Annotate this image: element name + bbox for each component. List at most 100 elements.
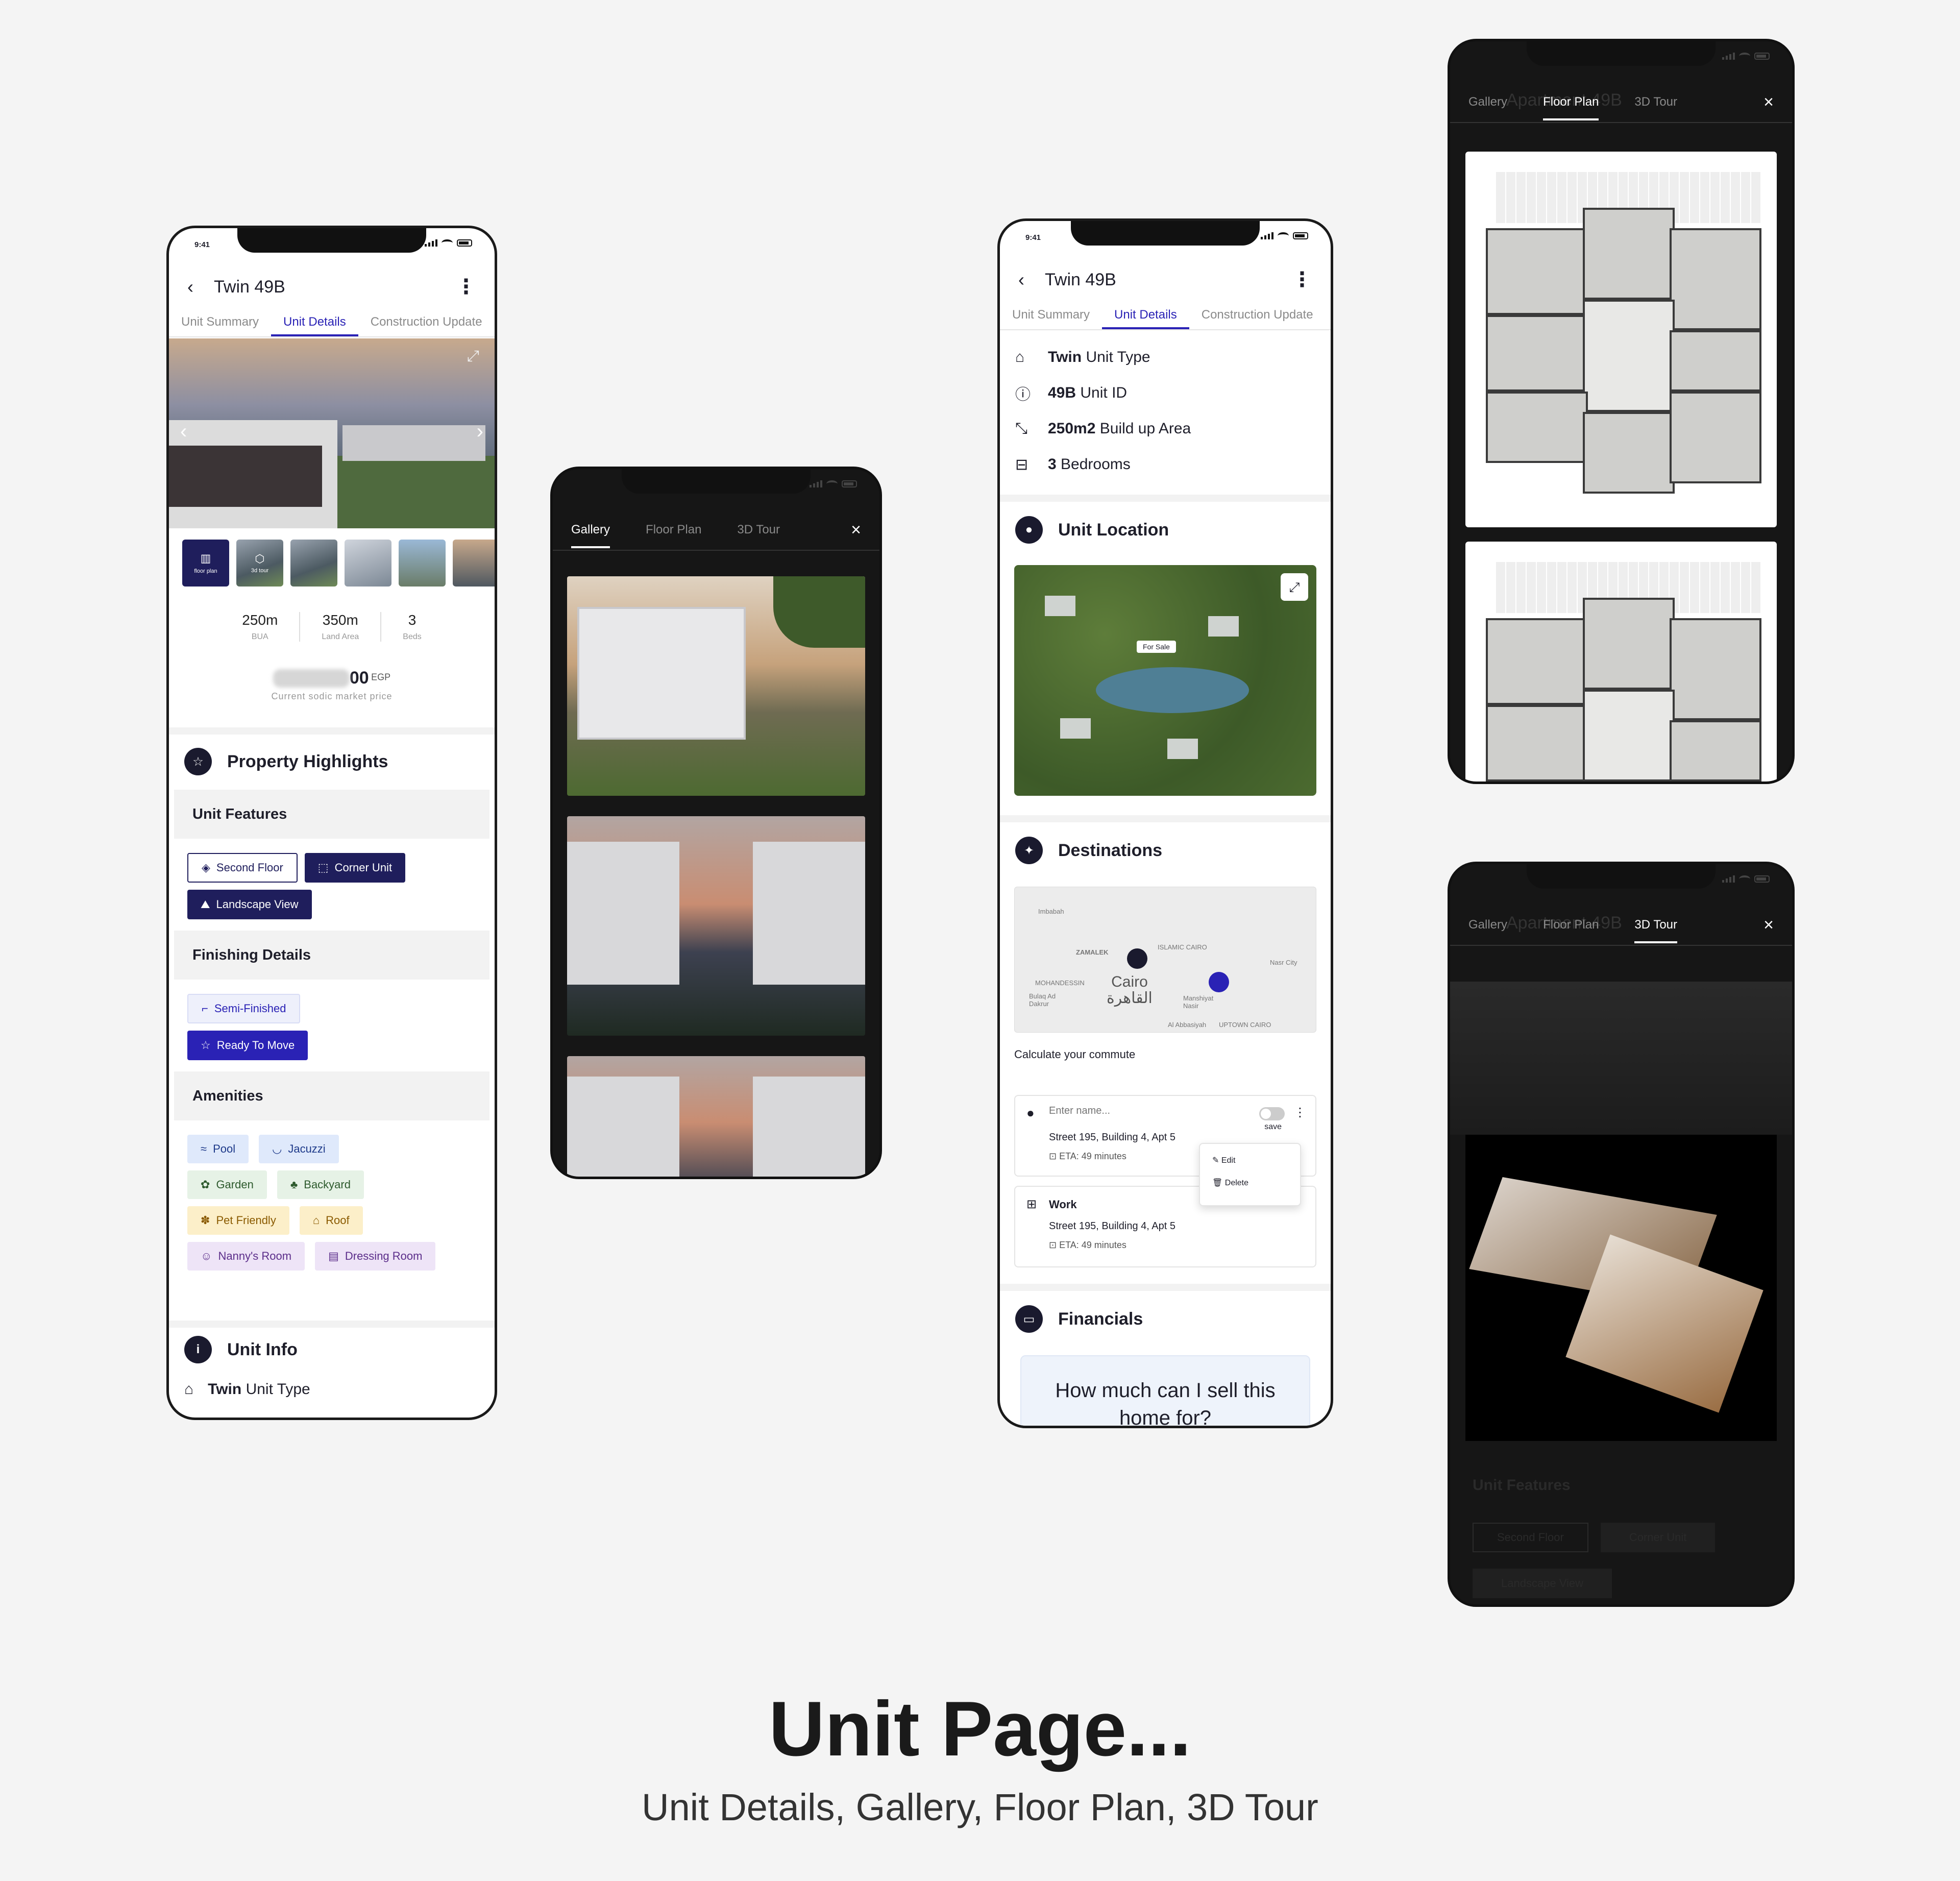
tab-floor-plan[interactable]: Floor Plan	[646, 523, 701, 537]
media-tabs: Gallery Floor Plan 3D Tour ×	[553, 510, 879, 551]
finishing-pill: ⌐ Semi-Finished	[187, 994, 301, 1023]
amenity-pill: ✽ Pet Friendly	[187, 1206, 289, 1235]
hero-image[interactable]: ⤢ ‹ ›	[169, 338, 495, 528]
gallery-image[interactable]	[567, 576, 865, 796]
home-icon: ⌂	[1015, 349, 1025, 365]
phone-3d-tour: Apartment 49B Gallery Floor Plan 3D Tour…	[1448, 862, 1795, 1607]
save-toggle[interactable]	[1259, 1107, 1285, 1120]
tab-floor-plan[interactable]: Floor Plan	[1543, 95, 1599, 120]
nanny-icon: ☺	[201, 1250, 212, 1262]
tab-gallery[interactable]: Gallery	[1468, 918, 1507, 932]
tab-construction-update[interactable]: Construction Update	[1189, 301, 1326, 329]
price-note: Current sodic market price	[271, 691, 393, 701]
valuation-card[interactable]: How much can I sell this home for?	[1020, 1355, 1310, 1426]
unit-stats: 250m BUA 350m Land Area 3 Beds	[169, 612, 495, 642]
price-value: 00	[349, 668, 369, 688]
tab-gallery[interactable]: Gallery	[1468, 95, 1507, 109]
price-blur	[273, 669, 350, 688]
location-map[interactable]: For Sale ⤢	[1014, 565, 1316, 796]
landscape-icon: ⛰	[201, 898, 210, 911]
3d-tour-viewer[interactable]	[1465, 1135, 1777, 1441]
tab-bar: Unit Summary Unit Details Construction U…	[169, 308, 495, 337]
more-icon[interactable]: ⋮	[1292, 268, 1312, 291]
tab-unit-summary[interactable]: Unit Summary	[1000, 301, 1102, 329]
image-thumb[interactable]	[290, 540, 337, 587]
image-thumb[interactable]	[399, 540, 446, 587]
info-icon: ⓘ	[1015, 386, 1031, 403]
detail-row: ⓘ 49B Unit ID	[1000, 375, 1331, 411]
edit-menu-item[interactable]: ✎ Edit	[1200, 1144, 1300, 1171]
back-icon[interactable]: ‹	[1018, 269, 1024, 290]
amenity-pill: ≈ Pool	[187, 1135, 249, 1163]
feature-pill: ⬚ Corner Unit	[304, 853, 406, 883]
tab-unit-summary[interactable]: Unit Summary	[169, 308, 271, 336]
close-icon[interactable]: ×	[1763, 92, 1774, 112]
media-tabs: Gallery Floor Plan 3D Tour ×	[1450, 905, 1792, 946]
work-address: Street 195, Building 4, Apt 5	[1049, 1220, 1175, 1232]
tab-3d-tour[interactable]: 3D Tour	[1634, 918, 1678, 943]
section-title: Property Highlights	[227, 751, 388, 771]
expand-icon[interactable]: ⤢	[1281, 573, 1308, 601]
land-area-value: 350m	[322, 612, 358, 628]
floor-plan-thumb[interactable]: ▥ floor plan	[182, 540, 229, 587]
thumbnail-strip: ▥ floor plan ⬡ 3d tour	[182, 540, 495, 587]
tour-thumb[interactable]: ⬡ 3d tour	[236, 540, 283, 587]
bua-label: BUA	[251, 632, 268, 641]
save-label: save	[1264, 1122, 1282, 1131]
close-icon[interactable]: ×	[1763, 915, 1774, 935]
app-header: ‹ Twin 49B ⋮	[169, 269, 495, 305]
media-tabs: Gallery Floor Plan 3D Tour ×	[1450, 82, 1792, 123]
info-icon: i	[184, 1336, 212, 1363]
trash-icon: 🗑	[1212, 1179, 1223, 1187]
phone-floor-plan: Apartment 49B Gallery Floor Plan 3D Tour…	[1448, 39, 1795, 784]
gallery-image[interactable]	[567, 1056, 865, 1177]
more-icon[interactable]: ⋮	[1294, 1105, 1306, 1120]
pin-icon: ●	[1015, 516, 1043, 544]
home-icon: ⌂	[184, 1381, 194, 1398]
tab-3d-tour[interactable]: 3D Tour	[737, 523, 780, 537]
back-icon[interactable]: ‹	[187, 276, 193, 298]
notch	[1527, 41, 1716, 66]
page-title: Twin 49B	[1045, 270, 1116, 289]
pin-icon: ●	[1026, 1105, 1035, 1120]
image-thumb[interactable]	[453, 540, 495, 587]
detail-row: ⌂ Twin Unit Type	[1015, 349, 1150, 365]
destination-name-input[interactable]	[1049, 1105, 1202, 1117]
prev-icon[interactable]: ‹	[180, 420, 187, 443]
briefcase-icon: ⊞	[1026, 1198, 1037, 1211]
highlights-card: Unit Features ◈ Second Floor ⬚ Corner Unit ⛰…	[174, 790, 489, 1282]
car-icon: ⊡	[1049, 1240, 1057, 1250]
corner-icon: ⬚	[317, 861, 329, 874]
financials-header: ▭ Financials	[1015, 1305, 1143, 1333]
detail-row: ⤡ 250m2 Build up Area	[1015, 420, 1191, 437]
for-sale-tag: For Sale	[1137, 641, 1176, 653]
beds-value: 3	[408, 612, 416, 628]
next-icon[interactable]: ›	[477, 420, 483, 443]
floor-plan-image[interactable]	[1465, 542, 1777, 781]
tab-floor-plan[interactable]: Floor Plan	[1543, 918, 1599, 932]
work-name: Work	[1049, 1198, 1077, 1211]
more-icon[interactable]: ⋮	[456, 275, 476, 299]
notch	[1071, 221, 1260, 246]
destinations-header: ✦ Destinations	[1015, 837, 1162, 864]
section-title: Unit Info	[227, 1339, 298, 1359]
entry-eta: ETA: 49 minutes	[1059, 1151, 1126, 1161]
tab-unit-details[interactable]: Unit Details	[271, 308, 358, 336]
unit-detail-list: ⌂ Twin Unit Type ⓘ 49B Unit ID ⤡ 250m2 Buil…	[1000, 339, 1331, 482]
destinations-map[interactable]: Imbabah ZAMALEK MOHANDESSIN Bulaq Ad Dak…	[1014, 887, 1316, 1033]
finishing-pill: ☆ Ready To Move	[187, 1031, 308, 1060]
tab-unit-details[interactable]: Unit Details	[1102, 301, 1189, 329]
amenities-title: Amenities	[174, 1071, 489, 1120]
page-subtitle: Unit Details, Gallery, Floor Plan, 3D To…	[642, 1786, 1318, 1828]
tab-3d-tour[interactable]: 3D Tour	[1634, 95, 1677, 109]
expand-icon[interactable]: ⤢	[467, 348, 479, 365]
delete-menu-item[interactable]: 🗑 Delete	[1200, 1171, 1300, 1194]
tab-gallery[interactable]: Gallery	[571, 523, 610, 548]
finishing-title: Finishing Details	[174, 931, 489, 980]
floor-plan-image[interactable]	[1465, 152, 1777, 527]
close-icon[interactable]: ×	[851, 520, 861, 540]
price-currency: EGP	[371, 672, 391, 682]
tab-construction-update[interactable]: Construction Update	[358, 308, 495, 336]
gallery-image[interactable]	[567, 816, 865, 1036]
image-thumb[interactable]	[345, 540, 391, 587]
